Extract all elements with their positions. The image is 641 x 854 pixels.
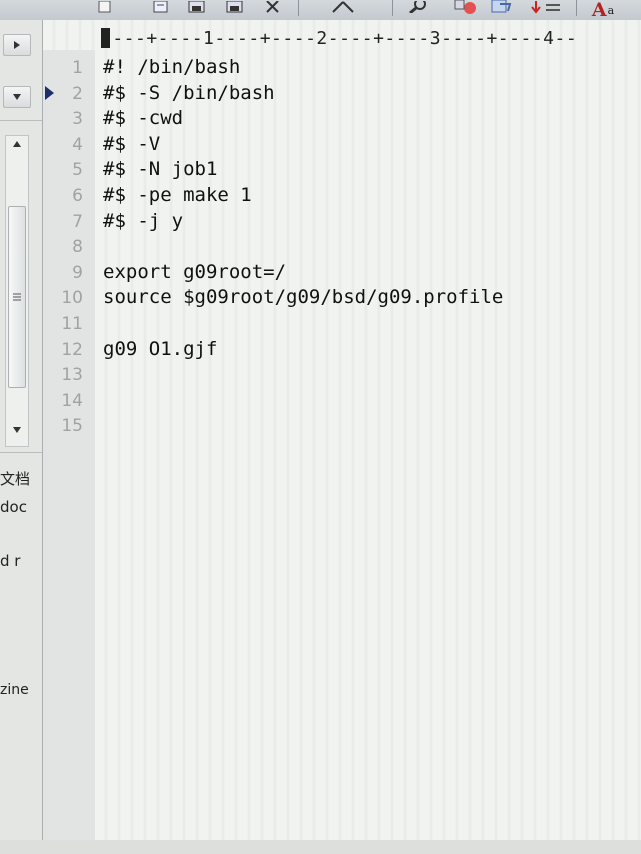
print-preview-icon[interactable]	[150, 0, 172, 14]
line-number: 4	[72, 135, 83, 155]
toolbar-separator	[392, 0, 393, 16]
line-number: 2	[72, 84, 83, 104]
toolbar-separator	[576, 0, 577, 16]
file-list-item[interactable]: zine	[0, 682, 29, 698]
editor-area[interactable]: ----+----1----+----2----+----3----+----4…	[43, 20, 641, 854]
save-as-icon[interactable]	[224, 0, 246, 14]
edit-icon[interactable]	[326, 0, 362, 14]
column-ruler: ----+----1----+----2----+----3----+----4…	[101, 28, 578, 49]
file-list-item[interactable]: d r	[0, 552, 20, 570]
sort-icon[interactable]	[528, 0, 568, 14]
line-number: 15	[61, 416, 83, 436]
panel-divider	[0, 120, 42, 121]
line-number: 3	[72, 109, 83, 129]
panel-divider	[0, 452, 42, 453]
font-button[interactable]: A a	[586, 0, 620, 21]
line-number: 10	[61, 288, 83, 308]
replace-icon[interactable]	[450, 0, 480, 14]
code-line[interactable]: #$ -S /bin/bash	[103, 82, 275, 104]
line-number: 14	[61, 391, 83, 411]
grip-icon	[13, 293, 21, 301]
font-small-a-icon: a	[607, 3, 615, 17]
code-line[interactable]: g09 O1.gjf	[103, 338, 217, 360]
code-line[interactable]: source $g09root/g09/bsd/g09.profile	[103, 286, 503, 308]
line-number: 1	[72, 58, 83, 78]
compare-icon[interactable]	[488, 0, 516, 14]
triangle-down-icon	[13, 94, 21, 100]
line-number: 12	[61, 340, 83, 360]
search-icon[interactable]	[404, 0, 430, 14]
scroll-up-button[interactable]	[11, 140, 23, 151]
file-list-item[interactable]: 文档	[0, 468, 30, 489]
line-number: 7	[72, 212, 83, 232]
bottom-edge	[0, 840, 641, 854]
code-line[interactable]: #$ -pe make 1	[103, 184, 252, 206]
line-number: 8	[72, 237, 83, 257]
expand-button[interactable]	[3, 34, 31, 56]
triangle-down-icon	[13, 427, 21, 433]
file-list-item[interactable]: doc	[0, 498, 27, 516]
toolbar-separator	[298, 0, 299, 16]
scrollbar-thumb[interactable]	[8, 206, 26, 388]
save-icon[interactable]	[186, 0, 208, 14]
code-line[interactable]: #$ -N job1	[103, 158, 217, 180]
line-number: 5	[72, 160, 83, 180]
left-panel: 文档 doc d r zine	[0, 20, 43, 854]
dropdown-button[interactable]	[3, 86, 31, 108]
cut-icon[interactable]	[262, 0, 284, 14]
code-line[interactable]: export g09root=/	[103, 261, 286, 283]
line-number: 6	[72, 186, 83, 206]
current-line-marker-icon	[45, 86, 54, 100]
triangle-up-icon	[13, 141, 21, 147]
code-line[interactable]: #$ -V	[103, 133, 160, 155]
code-line[interactable]: #$ -cwd	[103, 107, 183, 129]
line-number: 13	[61, 365, 83, 385]
code-line[interactable]: #! /bin/bash	[103, 56, 240, 78]
document-icon[interactable]	[96, 0, 114, 14]
scroll-down-button[interactable]	[11, 426, 23, 437]
line-number: 9	[72, 263, 83, 283]
line-number-gutter: 1 2 3 4 5 6 7 8 9 10 11 12 13 14 15	[43, 50, 95, 854]
font-button-label: A	[591, 0, 607, 21]
toolbar: A a	[0, 0, 641, 21]
code-line[interactable]: #$ -j y	[103, 210, 183, 232]
triangle-right-icon	[14, 41, 20, 49]
panel-scrollbar[interactable]	[5, 135, 29, 447]
line-number: 11	[61, 314, 83, 334]
